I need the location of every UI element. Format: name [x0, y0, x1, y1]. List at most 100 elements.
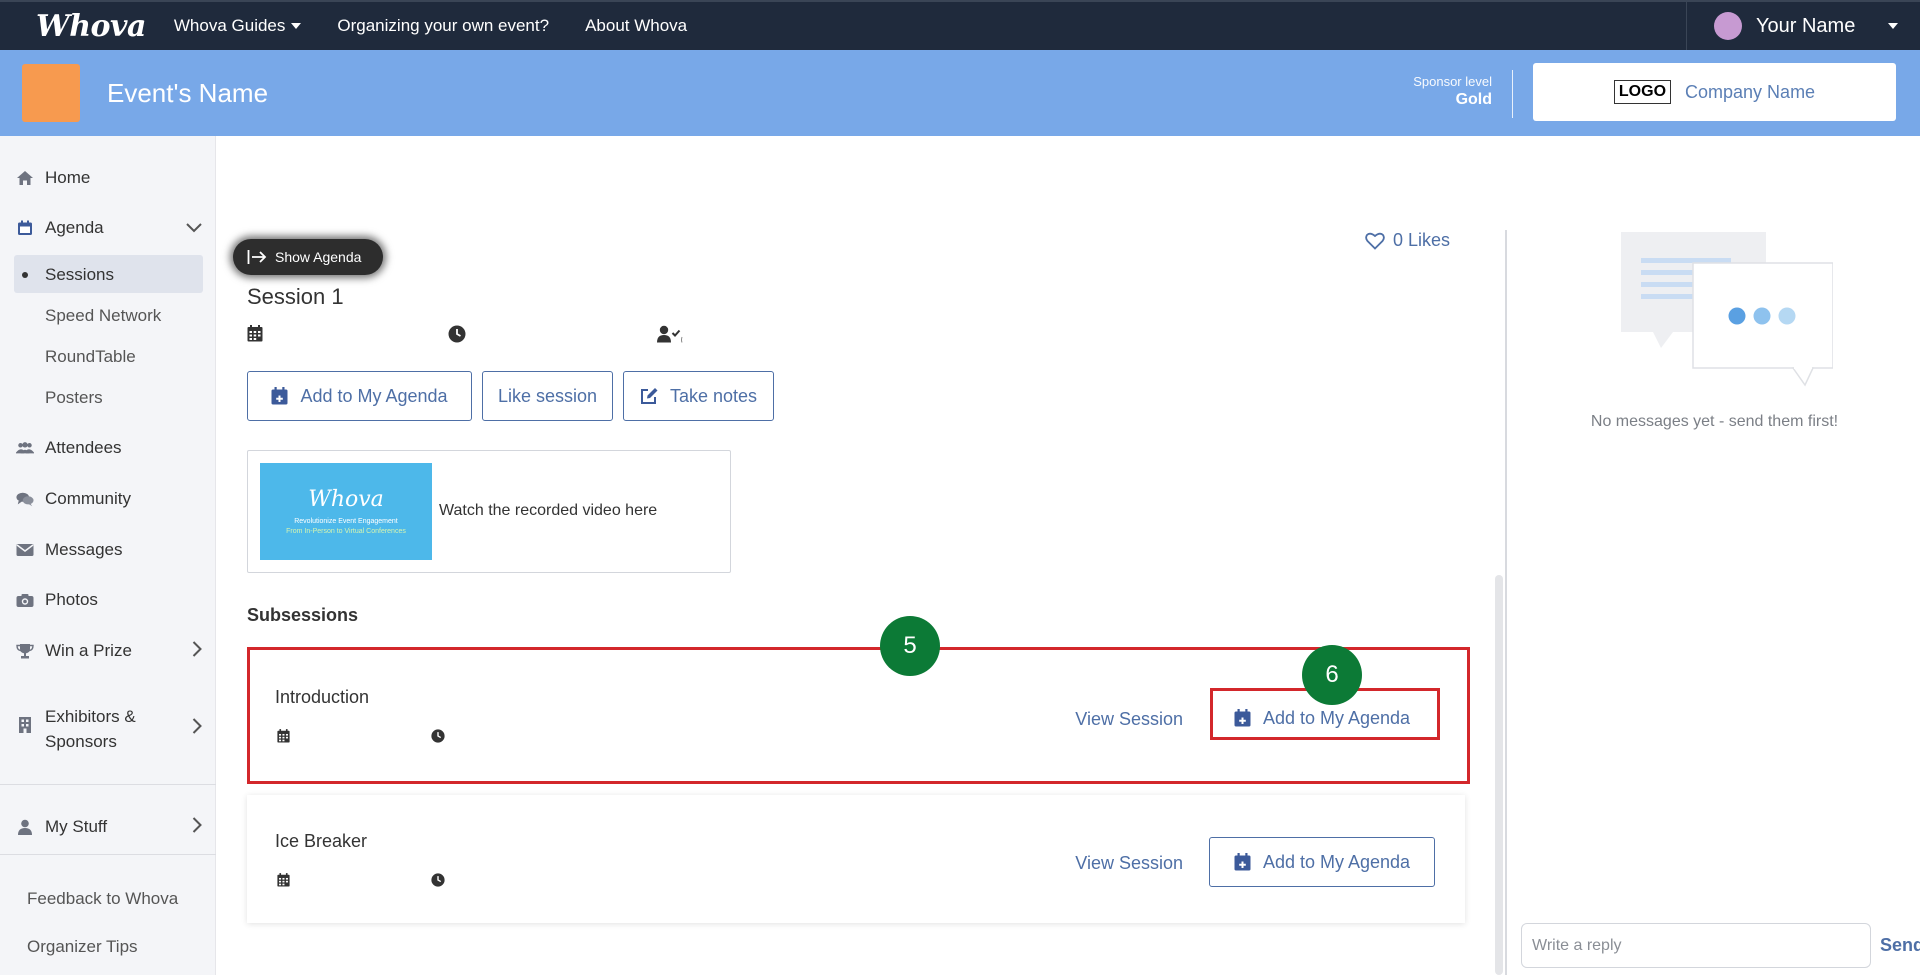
top-navbar: Whova Whova Guides Organizing your own e…: [0, 0, 1920, 50]
sidebar-item-label: Win a Prize: [45, 641, 132, 660]
user-check-icon: [657, 325, 683, 348]
step-badge-6: 6: [1302, 645, 1362, 705]
calendar-icon: [247, 325, 263, 347]
sidebar-item-my-stuff[interactable]: My Stuff: [16, 816, 206, 838]
company-logo: LOGO: [1613, 80, 1672, 104]
nav-whova-guides-label: Whova Guides: [173, 16, 286, 35]
trophy-icon: [16, 642, 34, 660]
sidebar-item-posters[interactable]: Posters: [45, 388, 103, 408]
building-icon: [16, 716, 34, 734]
add-to-my-agenda-label: Add to My Agenda: [1262, 851, 1411, 872]
heart-icon: [1365, 232, 1385, 250]
sidebar-item-photos[interactable]: Photos: [16, 590, 206, 610]
clock-icon: [431, 873, 445, 892]
add-to-my-agenda-button[interactable]: Add to My Agenda: [1209, 837, 1435, 887]
watch-video-link[interactable]: Watch the recorded video here: [439, 502, 657, 520]
user-menu[interactable]: Your Name: [1686, 2, 1920, 50]
chat-bubbles-icon: [16, 490, 34, 508]
divider: [1512, 70, 1513, 118]
chevron-right-icon: [192, 816, 202, 838]
edit-icon: [640, 388, 658, 404]
like-session-button[interactable]: Like session: [482, 371, 613, 421]
take-notes-button[interactable]: Take notes: [623, 371, 774, 421]
organizer-tips-link[interactable]: Organizer Tips: [27, 937, 138, 957]
chevron-down-icon: [186, 218, 202, 238]
view-session-link[interactable]: View Session: [1075, 853, 1183, 874]
sponsor-level-value: Gold: [1455, 91, 1492, 108]
sidebar-item-exhibitors-sponsors[interactable]: Exhibitors & Sponsors: [16, 704, 206, 754]
caret-down-icon: [1888, 23, 1898, 29]
sidebar-item-label: Community: [45, 489, 131, 508]
user-name: Your Name: [1756, 14, 1856, 37]
sponsor-level-label: Sponsor level: [1413, 74, 1492, 89]
calendar-plus-icon: [271, 387, 288, 405]
sidebar-item-label: Exhibitors & Sponsors: [45, 707, 136, 751]
page-title: Session 1: [247, 284, 344, 309]
subsession-title: Ice Breaker: [275, 831, 368, 851]
sidebar: Home Agenda Sessions Speed Network Round…: [0, 136, 216, 975]
session-detail: Show Agenda 0 Likes Session 1 Add to My …: [217, 136, 1505, 975]
sidebar-item-label: My Stuff: [45, 817, 108, 836]
scrollbar[interactable]: [1495, 575, 1503, 975]
clock-icon: [448, 325, 466, 348]
chat-bubbles-illustration: [1621, 232, 1833, 387]
sidebar-item-win-a-prize[interactable]: Win a Prize: [16, 640, 206, 662]
nav-about-whova[interactable]: About Whova: [585, 16, 687, 36]
empty-chat-message: No messages yet - send them first!: [1590, 413, 1839, 430]
company-name: Company Name: [1685, 81, 1816, 102]
subsessions-heading: Subsessions: [247, 605, 359, 625]
sidebar-item-community[interactable]: Community: [16, 489, 206, 509]
send-button[interactable]: Send: [1880, 935, 1920, 956]
thumbnail-tagline: Revolutionize Event Engagement: [294, 518, 398, 525]
whova-logo[interactable]: Whova: [36, 9, 146, 44]
camera-icon: [16, 591, 34, 609]
reply-input[interactable]: [1521, 923, 1871, 968]
sponsor-level: Sponsor level Gold: [1413, 74, 1492, 109]
sidebar-item-label: Attendees: [45, 438, 122, 457]
recorded-video-card[interactable]: Whova Revolutionize Event Engagement Fro…: [247, 450, 731, 573]
show-agenda-label: Show Agenda: [275, 249, 362, 265]
sidebar-item-sessions[interactable]: Sessions: [45, 265, 114, 285]
sidebar-item-messages[interactable]: Messages: [16, 540, 206, 560]
show-agenda-button[interactable]: Show Agenda: [233, 239, 383, 275]
active-dot: [22, 272, 28, 278]
sidebar-item-agenda[interactable]: Agenda: [16, 218, 206, 238]
sidebar-item-label: Photos: [45, 590, 98, 609]
expand-icon: [247, 250, 267, 264]
sidebar-item-label: Messages: [45, 540, 123, 559]
event-header: Event's Name Sponsor level Gold LOGO Com…: [0, 50, 1920, 136]
sidebar-item-roundtable[interactable]: RoundTable: [45, 347, 136, 367]
sidebar-item-home[interactable]: Home: [16, 168, 206, 188]
people-icon: [16, 439, 34, 457]
video-thumbnail[interactable]: Whova Revolutionize Event Engagement Fro…: [260, 463, 432, 560]
event-logo: [22, 64, 80, 122]
nav-organizing-event[interactable]: Organizing your own event?: [337, 16, 549, 36]
thumbnail-brand: Whova: [308, 487, 384, 512]
caret-down-icon: [291, 23, 302, 29]
step-badge-5: 5: [880, 616, 940, 676]
nav-whova-guides[interactable]: Whova Guides: [174, 16, 302, 36]
company-box[interactable]: LOGO Company Name: [1533, 63, 1896, 121]
sidebar-item-attendees[interactable]: Attendees: [16, 438, 206, 458]
calendar-icon: [277, 873, 290, 892]
chat-panel: No messages yet - send them first! Send: [1505, 230, 1920, 975]
likes-count: 0 Likes: [1392, 230, 1450, 250]
calendar-icon: [16, 219, 34, 237]
divider: [0, 784, 216, 785]
add-to-my-agenda-label: Add to My Agenda: [300, 385, 448, 406]
sidebar-item-label: Home: [45, 168, 91, 187]
subsession-row: Ice Breaker View Session Add to My Agend…: [247, 795, 1465, 923]
chevron-right-icon: [192, 640, 202, 662]
thumbnail-subtagline: From In-Person to Virtual Conferences: [286, 528, 406, 535]
sidebar-item-speed-network[interactable]: Speed Network: [45, 306, 161, 326]
feedback-link[interactable]: Feedback to Whova: [27, 889, 178, 909]
avatar: [1714, 12, 1742, 40]
user-icon: [16, 818, 34, 836]
chevron-right-icon: [192, 718, 202, 739]
event-name: Event's Name: [107, 78, 269, 108]
likes-button[interactable]: 0 Likes: [1365, 230, 1450, 251]
take-notes-label: Take notes: [669, 385, 758, 406]
envelope-icon: [16, 541, 34, 559]
calendar-plus-icon: [1234, 853, 1251, 871]
add-to-my-agenda-button[interactable]: Add to My Agenda: [247, 371, 472, 421]
